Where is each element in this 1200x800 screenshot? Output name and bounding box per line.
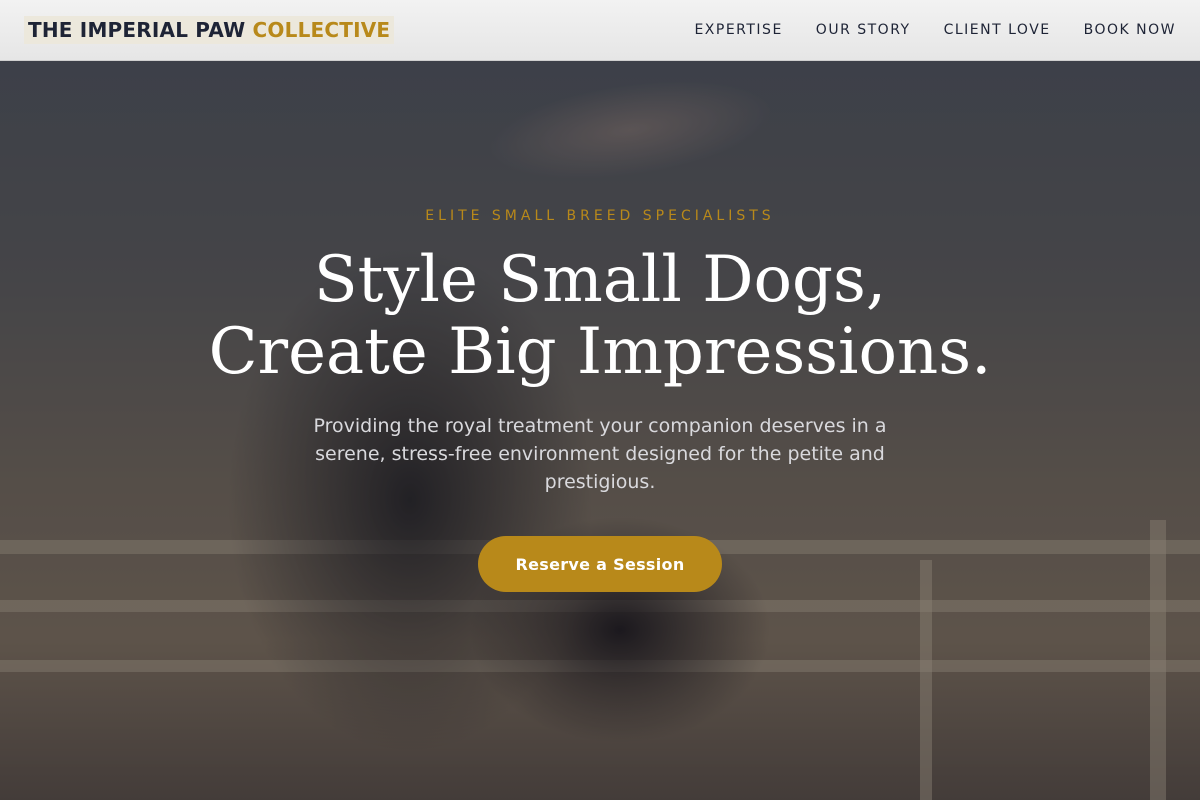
hero-eyebrow: ELITE SMALL BREED SPECIALISTS <box>425 208 775 224</box>
hero-content: ELITE SMALL BREED SPECIALISTS Style Smal… <box>0 0 1200 800</box>
headline-line-2: Create Big Impressions. <box>208 315 992 389</box>
hero-subtitle: Providing the royal treatment your compa… <box>313 415 887 493</box>
hero-headline: Style Small Dogs, Create Big Impressions… <box>0 244 1200 388</box>
headline-line-1: Style Small Dogs, <box>313 243 887 317</box>
reserve-session-button[interactable]: Reserve a Session <box>478 536 722 592</box>
